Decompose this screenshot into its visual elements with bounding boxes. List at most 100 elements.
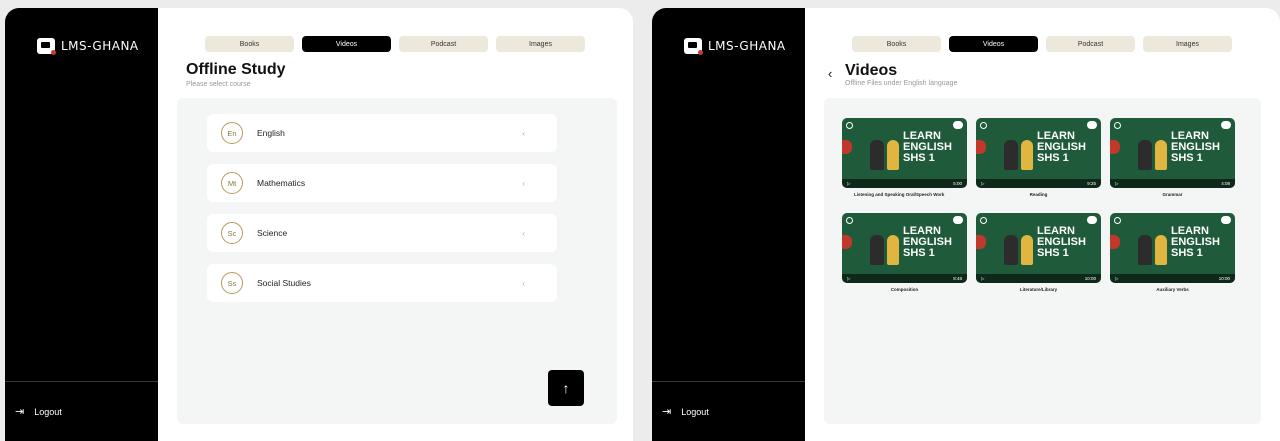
- play-icon[interactable]: ▷: [1115, 181, 1118, 187]
- course-list: En English ‹ Mt Mathematics ‹ Sc Science…: [207, 114, 557, 314]
- tab-videos[interactable]: Videos: [302, 36, 391, 52]
- cloud-icon: [1087, 121, 1097, 129]
- thumbnail-title: LEARN ENGLISH SHS 1: [903, 131, 959, 164]
- decor-shape: [1110, 235, 1120, 249]
- course-item-social-studies[interactable]: Ss Social Studies ‹: [207, 264, 557, 302]
- page-title: Videos: [845, 62, 898, 79]
- video-thumbnail[interactable]: LEARN ENGLISH SHS 1 ▷ 10:00: [1110, 213, 1235, 283]
- video-card[interactable]: LEARN ENGLISH SHS 1 ▷ 10:00 Auxiliary Verbs: [1110, 213, 1235, 308]
- video-card[interactable]: LEARN ENGLISH SHS 1 ▷ 9:25 Reading: [976, 118, 1101, 213]
- brand-name: LMS-GHANA: [708, 39, 786, 53]
- course-badge: Sc: [221, 222, 243, 244]
- person-figure: [1004, 235, 1018, 265]
- thumbnail-title: LEARN ENGLISH SHS 1: [1171, 131, 1227, 164]
- cloud-icon: [953, 121, 963, 129]
- thumbnail-title-line: SHS 1: [1171, 247, 1203, 259]
- thumbnail-title-line: SHS 1: [903, 152, 935, 164]
- chevron-left-icon: ‹: [522, 128, 525, 138]
- chevron-left-icon: ‹: [522, 178, 525, 188]
- logout-button[interactable]: ⇥ Logout: [15, 405, 62, 418]
- tab-books[interactable]: Books: [852, 36, 941, 52]
- course-name: English: [257, 128, 285, 138]
- person-figure: [870, 235, 884, 265]
- tab-images[interactable]: Images: [496, 36, 585, 52]
- video-duration: 10:00: [1218, 276, 1230, 281]
- video-thumbnail[interactable]: LEARN ENGLISH SHS 1 ▷ 4:08: [1110, 118, 1235, 188]
- video-thumbnail[interactable]: LEARN ENGLISH SHS 1 ▷ 5:00: [842, 118, 967, 188]
- video-card[interactable]: LEARN ENGLISH SHS 1 ▷ 10:00 Literature/Librar…: [976, 213, 1101, 308]
- play-icon[interactable]: ▷: [847, 181, 850, 187]
- cloud-icon: [1221, 216, 1231, 224]
- course-item-mathematics[interactable]: Mt Mathematics ‹: [207, 164, 557, 202]
- play-icon[interactable]: ▷: [981, 276, 984, 282]
- person-figure: [1155, 235, 1167, 265]
- decor-shape: [976, 235, 986, 249]
- video-controls: ▷ 4:08: [1110, 179, 1235, 188]
- video-panel: LEARN ENGLISH SHS 1 ▷ 5:00 Listening and Spea…: [824, 98, 1261, 424]
- sidebar: LMS-GHANA ⇥ Logout: [652, 8, 805, 441]
- logout-label: Logout: [681, 406, 709, 417]
- course-item-english[interactable]: En English ‹: [207, 114, 557, 152]
- person-figure: [887, 140, 899, 170]
- tab-videos[interactable]: Videos: [949, 36, 1038, 52]
- play-icon[interactable]: ▷: [981, 181, 984, 187]
- badge-icon: [1114, 122, 1121, 129]
- chevron-left-icon: ‹: [522, 228, 525, 238]
- badge-icon: [980, 217, 987, 224]
- back-button[interactable]: ‹: [828, 66, 832, 81]
- course-badge: Ss: [221, 272, 243, 294]
- tab-books[interactable]: Books: [205, 36, 294, 52]
- video-card[interactable]: LEARN ENGLISH SHS 1 ▷ 4:08 Grammar: [1110, 118, 1235, 213]
- video-thumbnail[interactable]: LEARN ENGLISH SHS 1 ▷ 8:48: [842, 213, 967, 283]
- video-title: Listening and Speaking Oral/Speech Work: [854, 192, 945, 197]
- video-controls: ▷ 10:00: [976, 274, 1101, 283]
- decor-shape: [842, 140, 852, 154]
- tab-podcast[interactable]: Podcast: [1046, 36, 1135, 52]
- logo-icon: [37, 38, 56, 55]
- badge-icon: [846, 122, 853, 129]
- play-icon[interactable]: ▷: [1115, 276, 1118, 282]
- page-subtitle: Offline Files under English language: [845, 80, 958, 87]
- cloud-icon: [1221, 121, 1231, 129]
- video-controls: ▷ 5:00: [842, 179, 967, 188]
- badge-icon: [980, 122, 987, 129]
- video-title: Reading: [1029, 192, 1048, 197]
- play-icon[interactable]: ▷: [847, 276, 850, 282]
- tab-images[interactable]: Images: [1143, 36, 1232, 52]
- arrow-up-icon: ↑: [562, 380, 570, 396]
- video-controls: ▷ 9:25: [976, 179, 1101, 188]
- decor-shape: [1110, 140, 1120, 154]
- video-thumbnail[interactable]: LEARN ENGLISH SHS 1 ▷ 9:25: [976, 118, 1101, 188]
- sidebar-divider: [652, 381, 805, 382]
- video-duration: 10:00: [1084, 276, 1096, 281]
- logout-label: Logout: [34, 406, 62, 417]
- scroll-to-top-button[interactable]: ↑: [548, 370, 584, 406]
- logout-icon: ⇥: [662, 406, 672, 418]
- logout-button[interactable]: ⇥ Logout: [662, 405, 709, 418]
- tab-podcast[interactable]: Podcast: [399, 36, 488, 52]
- video-duration: 5:00: [953, 181, 962, 186]
- video-duration: 9:25: [1087, 181, 1096, 186]
- course-item-science[interactable]: Sc Science ‹: [207, 214, 557, 252]
- offline-study-screen: LMS-GHANA ⇥ Logout Books Videos Podcast …: [5, 8, 633, 441]
- badge-icon: [846, 217, 853, 224]
- brand-logo[interactable]: LMS-GHANA: [37, 38, 139, 55]
- person-figure: [1021, 235, 1033, 265]
- brand-logo[interactable]: LMS-GHANA: [684, 38, 786, 55]
- person-figure: [1155, 140, 1167, 170]
- thumbnail-title: LEARN ENGLISH SHS 1: [1037, 131, 1093, 164]
- video-thumbnail[interactable]: LEARN ENGLISH SHS 1 ▷ 10:00: [976, 213, 1101, 283]
- thumbnail-title: LEARN ENGLISH SHS 1: [903, 226, 959, 259]
- video-card[interactable]: LEARN ENGLISH SHS 1 ▷ 8:48 Composition: [842, 213, 967, 308]
- thumbnail-title-line: SHS 1: [1171, 152, 1203, 164]
- cloud-icon: [1087, 216, 1097, 224]
- video-card[interactable]: LEARN ENGLISH SHS 1 ▷ 5:00 Listening and Spea…: [842, 118, 967, 213]
- person-figure: [1138, 140, 1152, 170]
- brand-name: LMS-GHANA: [61, 39, 139, 53]
- video-duration: 8:48: [953, 276, 962, 281]
- person-figure: [1004, 140, 1018, 170]
- logout-icon: ⇥: [15, 406, 25, 418]
- course-badge: En: [221, 122, 243, 144]
- video-controls: ▷ 10:00: [1110, 274, 1235, 283]
- person-figure: [887, 235, 899, 265]
